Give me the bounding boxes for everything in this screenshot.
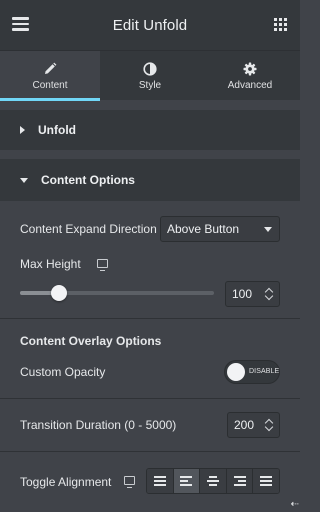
- align-center-icon: [206, 476, 219, 486]
- expand-direction-label: Content Expand Direction: [20, 222, 157, 236]
- toggle-alignment-label: Toggle Alignment: [20, 475, 112, 489]
- justify-full-icon: [260, 476, 273, 486]
- spinner-arrows-icon[interactable]: [264, 417, 274, 433]
- align-left-button[interactable]: [173, 469, 201, 493]
- toggle-alignment-choices: [146, 468, 280, 494]
- gear-icon: [243, 61, 257, 77]
- expand-direction-value: Above Button: [167, 222, 240, 236]
- max-height-label: Max Height: [20, 257, 81, 271]
- section-unfold-label: Unfold: [38, 123, 76, 137]
- hamburger-menu-icon[interactable]: [12, 17, 29, 31]
- align-right-button[interactable]: [226, 469, 254, 493]
- transition-duration-label: Transition Duration (0 - 5000): [20, 418, 177, 432]
- justify-button[interactable]: [147, 469, 174, 493]
- arrow-left-icon: ⇠: [290, 499, 299, 510]
- toggle-state-text: DISABLE: [249, 368, 280, 375]
- overlay-options-heading: Content Overlay Options: [20, 334, 162, 348]
- align-left-icon: [180, 476, 193, 486]
- divider: [0, 398, 300, 399]
- expand-direction-select[interactable]: Above Button: [160, 216, 280, 242]
- caret-down-icon: [20, 177, 28, 183]
- chevron-down-icon: [264, 227, 272, 232]
- pencil-icon: [43, 61, 57, 77]
- divider: [0, 451, 300, 452]
- max-height-input[interactable]: 100: [225, 281, 280, 307]
- tab-advanced[interactable]: Advanced: [200, 51, 300, 100]
- spinner-arrows-icon[interactable]: [264, 286, 274, 302]
- editor-header: Edit Unfold: [0, 0, 300, 50]
- grid-apps-icon[interactable]: [274, 18, 287, 31]
- tab-advanced-label: Advanced: [227, 79, 273, 91]
- desktop-icon[interactable]: [124, 476, 135, 488]
- max-height-value: 100: [232, 287, 253, 301]
- desktop-icon[interactable]: [97, 259, 108, 271]
- section-content-options-label: Content Options: [41, 173, 135, 187]
- toggle-knob: [227, 363, 245, 381]
- max-height-slider[interactable]: [20, 285, 214, 301]
- half-circle-icon: [143, 61, 157, 77]
- custom-opacity-label: Custom Opacity: [20, 365, 106, 379]
- panel-tabs: Content Style Advanced: [0, 50, 300, 101]
- section-unfold[interactable]: Unfold: [0, 110, 300, 150]
- transition-duration-value: 200: [234, 418, 255, 432]
- custom-opacity-toggle[interactable]: DISABLE: [224, 360, 280, 384]
- divider: [0, 318, 300, 319]
- section-content-options[interactable]: Content Options: [0, 159, 300, 201]
- caret-right-icon: [20, 126, 25, 134]
- tab-content[interactable]: Content: [0, 51, 100, 101]
- tab-content-label: Content: [32, 79, 68, 91]
- transition-duration-input[interactable]: 200: [227, 412, 280, 438]
- panel-title: Edit Unfold: [112, 16, 188, 34]
- justify-full-button[interactable]: [253, 469, 279, 493]
- justify-icon: [153, 476, 166, 486]
- align-center-button[interactable]: [200, 469, 227, 493]
- align-right-icon: [233, 476, 246, 486]
- slider-handle[interactable]: [51, 285, 67, 301]
- tab-style[interactable]: Style: [100, 51, 200, 100]
- tab-style-label: Style: [138, 79, 162, 91]
